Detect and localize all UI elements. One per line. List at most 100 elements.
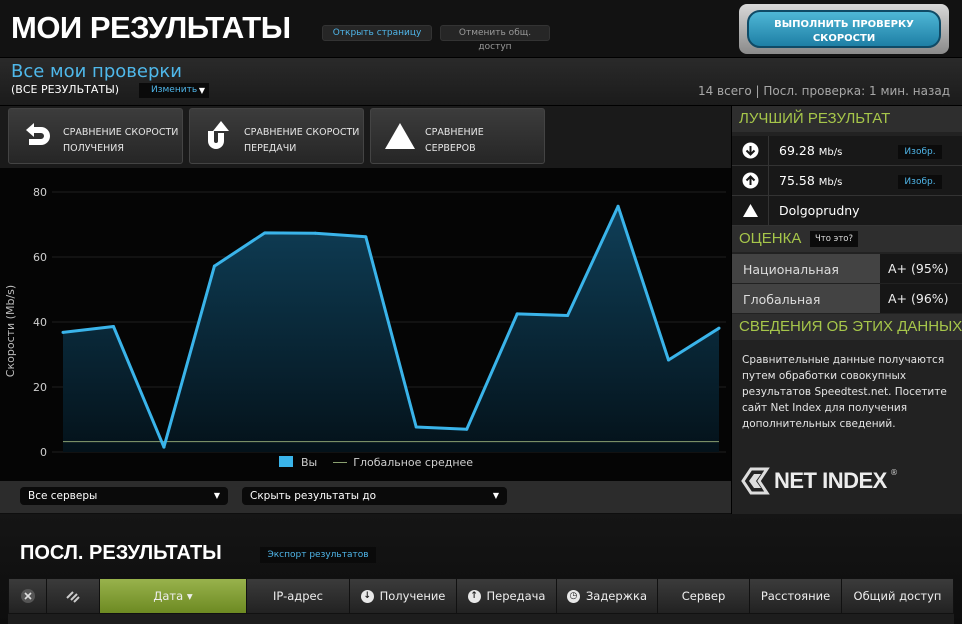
change-filter-label: Изменить xyxy=(151,85,198,95)
best-download-row: 69.28 Mb/s Изобр. xyxy=(732,136,962,166)
col-upload-label: Передача xyxy=(486,589,546,603)
hide-results-select-value: Скрыть результаты до xyxy=(250,490,377,502)
upload-compare-icon xyxy=(208,121,229,149)
col-download-label: Получение xyxy=(379,589,446,603)
best-upload-unit: Mb/s xyxy=(818,177,843,188)
best-upload-value-wrap: 75.58 Mb/s xyxy=(779,173,842,188)
col-share[interactable]: Общий доступ xyxy=(842,579,953,613)
y-tick-label: 60 xyxy=(33,251,47,264)
chevron-down-icon: ▼ xyxy=(198,86,205,95)
data-point[interactable] xyxy=(111,325,115,329)
data-point[interactable] xyxy=(313,231,317,235)
y-tick-label: 40 xyxy=(33,316,47,329)
export-results-button[interactable]: Экспорт результатов xyxy=(260,547,376,563)
best-result-heading: ЛУЧШИЙ РЕЗУЛЬТАТ xyxy=(732,106,962,132)
col-delete[interactable] xyxy=(9,579,47,613)
change-filter-dropdown[interactable]: Изменить ▼ xyxy=(139,83,209,98)
download-image-button[interactable]: Изобр. xyxy=(898,145,942,159)
about-heading: СВЕДЕНИЯ ОБ ЭТИХ ДАННЫХ xyxy=(732,314,962,340)
results-stats: 14 всего | Посл. проверка: 1 мин. назад xyxy=(697,84,950,98)
legend-you: Вы xyxy=(301,456,318,469)
latency-icon: ◷ xyxy=(566,589,580,603)
col-latency-label: Задержка xyxy=(585,589,648,603)
tab-upload-line2: передачи xyxy=(244,143,297,154)
tab-upload-compare[interactable]: Сравнение скорости передачи xyxy=(189,108,364,164)
col-ip[interactable]: IP-адрес xyxy=(247,579,350,613)
tab-download-line2: получения xyxy=(63,143,124,154)
servers-select[interactable]: Все серверы ▼ xyxy=(20,487,228,505)
data-point[interactable] xyxy=(465,427,469,431)
data-point[interactable] xyxy=(515,312,519,316)
legend-swatch-average xyxy=(333,462,348,463)
grade-global-value: A+ (96%) xyxy=(880,284,962,313)
col-share-link[interactable] xyxy=(47,579,100,613)
filter-label: (ВСЕ РЕЗУЛЬТАТЫ) xyxy=(11,83,120,96)
hide-results-select[interactable]: Скрыть результаты до ▼ xyxy=(242,487,507,505)
best-download-value: 69.28 xyxy=(779,143,815,158)
download-compare-icon xyxy=(26,123,50,145)
net-index-mark-icon xyxy=(741,467,770,495)
data-point[interactable] xyxy=(414,425,418,429)
cancel-share-button[interactable]: Отменить общ. доступ xyxy=(440,25,550,52)
download-icon: ↓ xyxy=(360,589,374,603)
servers-select-value: Все серверы xyxy=(28,490,98,502)
chart-filters: Все серверы ▼ Скрыть результаты до ▼ xyxy=(0,481,731,513)
upload-icon-box xyxy=(732,166,769,195)
col-latency[interactable]: ◷ Задержка xyxy=(557,579,658,613)
data-point[interactable] xyxy=(566,314,570,317)
data-point[interactable] xyxy=(61,330,65,334)
last-results-section: ПОСЛ. РЕЗУЛЬТАТЫ Экспорт результатов Дат… xyxy=(0,514,962,624)
upload-icon xyxy=(742,172,759,189)
col-date[interactable]: Дата ▾ xyxy=(100,579,247,613)
chevron-down-icon: ▼ xyxy=(213,491,220,500)
chart-legend: Вы Глобальное среднее xyxy=(279,456,473,469)
col-download[interactable]: ↓ Получение xyxy=(350,579,457,613)
right-panel: ЛУЧШИЙ РЕЗУЛЬТАТ 69.28 Mb/s Изобр. 75.58… xyxy=(731,106,962,514)
net-index-logo[interactable]: NET INDEX ® xyxy=(740,466,960,500)
what-is-this-button[interactable]: Что это? xyxy=(810,231,858,247)
data-point[interactable] xyxy=(364,235,368,239)
best-upload-row: 75.58 Mb/s Изобр. xyxy=(732,166,962,196)
subheader-title: Все мои проверки xyxy=(11,61,182,82)
col-distance[interactable]: Расстояние xyxy=(750,579,842,613)
header-bar: МОИ РЕЗУЛЬТАТЫ Открыть страницу Отменить… xyxy=(0,0,962,58)
results-table-header: Дата ▾ IP-адрес ↓ Получение ↑ Передача ◷ За… xyxy=(8,578,954,614)
best-server-name: Dolgoprudny xyxy=(779,203,860,218)
speed-chart: 0 20 40 60 80 Скорости (Mb/s) Вы Глобальное с… xyxy=(0,168,731,481)
run-speed-test-button[interactable]: ВЫПОЛНИТЬ ПРОВЕРКУ СКОРОСТИ xyxy=(747,10,941,48)
upload-image-button[interactable]: Изобр. xyxy=(898,175,942,189)
download-icon-box xyxy=(732,136,769,165)
data-point[interactable] xyxy=(162,445,166,449)
y-tick-label: 0 xyxy=(40,446,47,459)
best-server-row: Dolgoprudny xyxy=(732,196,962,226)
chart-svg: 0 20 40 60 80 Скорости (Mb/s) xyxy=(4,186,726,459)
grade-row-national: Национальная A+ (95%) xyxy=(732,254,962,284)
server-triangle-icon xyxy=(743,204,758,217)
data-point[interactable] xyxy=(263,231,267,235)
page-title: МОИ РЕЗУЛЬТАТЫ xyxy=(11,10,291,45)
chevron-down-icon: ▼ xyxy=(492,491,499,500)
data-point[interactable] xyxy=(212,264,216,268)
download-icon xyxy=(742,142,759,159)
grade-heading: ОЦЕНКА Что это? xyxy=(732,226,962,252)
data-point[interactable] xyxy=(667,358,671,362)
open-page-button[interactable]: Открыть страницу xyxy=(322,25,432,41)
compare-tabs: Сравнение скорости получения Сравнение ск… xyxy=(0,106,731,168)
tab-server-compare[interactable]: Сравнение серверов xyxy=(370,108,545,164)
best-upload-value: 75.58 xyxy=(779,173,815,188)
last-results-title: ПОСЛ. РЕЗУЛЬТАТЫ xyxy=(20,542,222,564)
col-server[interactable]: Сервер xyxy=(658,579,750,613)
data-point[interactable] xyxy=(717,326,721,330)
registered-mark: ® xyxy=(890,468,898,477)
net-index-text: NET INDEX xyxy=(774,468,887,493)
tab-download-line1: Сравнение скорости xyxy=(63,127,179,138)
col-upload[interactable]: ↑ Передача xyxy=(457,579,557,613)
best-download-value-wrap: 69.28 Mb/s xyxy=(779,143,842,158)
legend-swatch-you xyxy=(279,456,293,467)
tab-server-line2: серверов xyxy=(425,143,476,154)
close-icon xyxy=(20,589,35,603)
results-subheader: Все мои проверки (ВСЕ РЕЗУЛЬТАТЫ) Измени… xyxy=(0,58,962,106)
tab-download-compare[interactable]: Сравнение скорости получения xyxy=(8,108,183,164)
page: МОИ РЕЗУЛЬТАТЫ Открыть страницу Отменить… xyxy=(0,0,962,624)
data-point[interactable] xyxy=(616,204,620,208)
